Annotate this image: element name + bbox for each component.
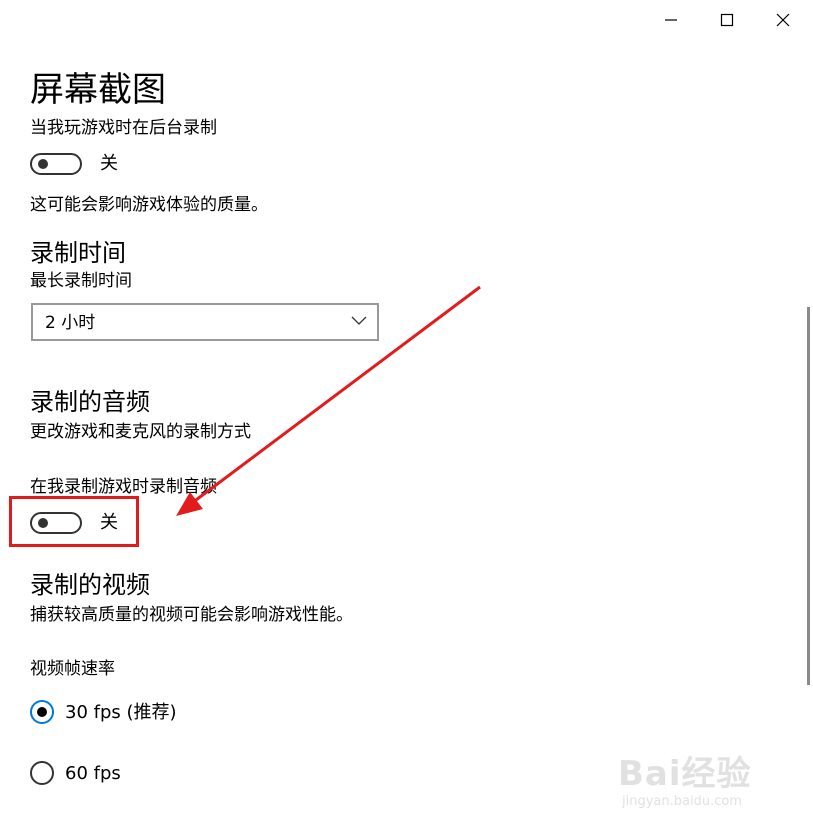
max-record-time-label: 最长录制时间: [30, 271, 132, 291]
background-record-note: 这可能会影响游戏体验的质量。: [30, 195, 268, 215]
fps-60-radio[interactable]: [30, 761, 54, 785]
watermark-main: Bai经验: [618, 754, 752, 794]
video-fps-label: 视频帧速率: [30, 659, 115, 679]
background-record-toggle-state: 关: [100, 153, 118, 174]
minimize-icon: [665, 19, 677, 21]
toggle-knob: [38, 159, 48, 169]
baidu-watermark: Bai经验 jingyan.baidu.com: [618, 740, 788, 820]
minimize-button[interactable]: [648, 0, 694, 40]
radio-dot: [37, 707, 47, 717]
settings-page: 屏幕截图 当我玩游戏时在后台录制 关 这可能会影响游戏体验的质量。 录制时间 最…: [0, 0, 813, 830]
max-record-time-dropdown[interactable]: 2 小时: [31, 303, 379, 341]
background-record-label: 当我玩游戏时在后台录制: [30, 118, 217, 138]
highlight-box: [9, 496, 139, 547]
close-icon: [776, 13, 790, 27]
maximize-icon: [720, 13, 734, 27]
record-time-title: 录制时间: [30, 239, 126, 267]
record-audio-title: 录制的音频: [30, 388, 150, 416]
record-audio-description: 更改游戏和麦克风的录制方式: [30, 422, 251, 442]
scrollbar-thumb[interactable]: [807, 307, 810, 685]
record-audio-label: 在我录制游戏时录制音频: [30, 477, 217, 497]
record-video-description: 捕获较高质量的视频可能会影响游戏性能。: [30, 605, 353, 625]
dropdown-value: 2 小时: [45, 313, 96, 333]
maximize-button[interactable]: [704, 0, 750, 40]
page-title: 屏幕截图: [30, 70, 166, 110]
fps-30-label[interactable]: 30 fps (推荐): [65, 702, 177, 724]
record-video-title: 录制的视频: [30, 571, 150, 599]
background-record-toggle[interactable]: [30, 153, 82, 175]
fps-60-label[interactable]: 60 fps: [65, 763, 121, 785]
close-button[interactable]: [760, 0, 806, 40]
fps-30-radio[interactable]: [30, 700, 54, 724]
watermark-sub: jingyan.baidu.com: [622, 794, 742, 809]
chevron-down-icon: [351, 316, 367, 325]
